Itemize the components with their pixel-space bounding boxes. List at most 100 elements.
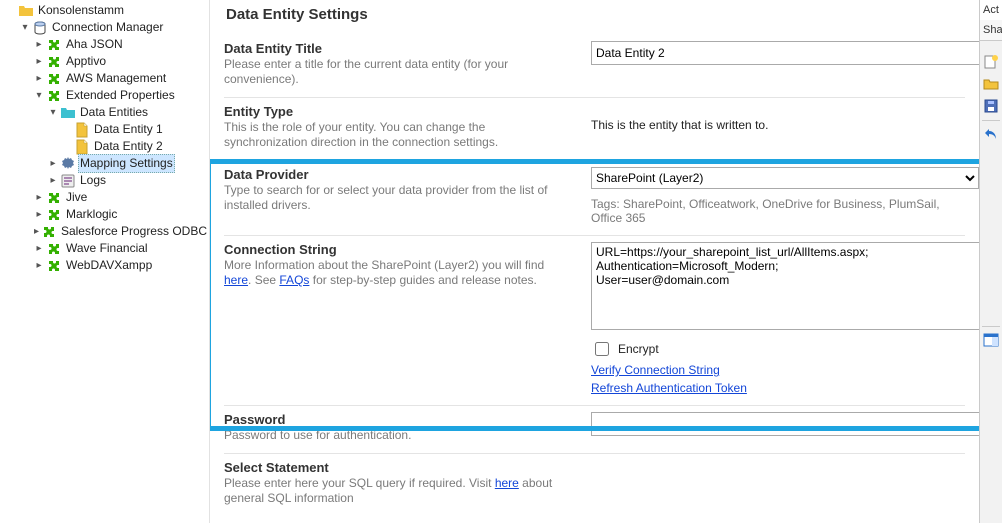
field-description: Please enter here your SQL query if requ…	[224, 476, 569, 506]
tree-label: Aha JSON	[64, 36, 125, 53]
tree-label: Data Entity 1	[92, 121, 165, 138]
tree-label: Salesforce Progress ODBC	[59, 223, 209, 240]
undo-icon[interactable]	[983, 126, 999, 142]
field-label: Select Statement	[224, 460, 569, 475]
row-connection-string: Connection String More Information about…	[224, 235, 965, 405]
main-panel: Data Entity Settings Data Entity Title P…	[210, 0, 979, 523]
provider-tags: Tags: SharePoint, Officeatwork, OneDrive…	[591, 197, 971, 225]
separator	[982, 326, 1000, 327]
tree-data-entities[interactable]: ▾ Data Entities	[4, 104, 209, 121]
field-label: Connection String	[224, 242, 569, 257]
right-toolbar: Act Sha	[979, 0, 1002, 523]
field-description: Type to search for or select your data p…	[224, 183, 569, 213]
verify-connection-link[interactable]: Verify Connection String	[591, 363, 979, 377]
field-label: Password	[224, 412, 569, 427]
puzzle-icon	[46, 54, 62, 70]
puzzle-icon	[41, 224, 57, 240]
tree-item[interactable]: ▸ Marklogic	[4, 206, 209, 223]
tree-label: Konsolenstamm	[36, 2, 126, 19]
encrypt-label: Encrypt	[618, 342, 659, 356]
tree-label: Connection Manager	[50, 19, 165, 36]
tree-item[interactable]: ▸ AWS Management	[4, 70, 209, 87]
entity-title-input[interactable]	[591, 41, 979, 65]
tree-connection-manager[interactable]: ▾ Connection Manager	[4, 19, 209, 36]
encrypt-checkbox[interactable]	[595, 342, 609, 356]
database-icon	[32, 20, 48, 36]
twisty-icon: ▸	[32, 36, 46, 53]
field-label: Data Entity Title	[224, 41, 569, 56]
row-select-statement: Select Statement Please enter here your …	[224, 453, 965, 516]
tree-item[interactable]: ▸ Wave Financial	[4, 240, 209, 257]
select-here-link[interactable]: here	[495, 476, 519, 490]
row-password: Password Password to use for authenticat…	[224, 405, 965, 453]
save-icon[interactable]	[983, 98, 999, 114]
twisty-open-icon: ▾	[46, 104, 60, 121]
tree-item[interactable]: ▸ WebDAVXampp	[4, 257, 209, 274]
layout-icon[interactable]	[983, 332, 999, 348]
connection-string-input[interactable]: URL=https://your_sharepoint_list_url/All…	[591, 242, 979, 330]
tree-mapping-settings[interactable]: ▸ Mapping Settings	[4, 155, 209, 172]
entity-type-value: This is the entity that is written to.	[591, 118, 768, 132]
row-entity-title: Data Entity Title Please enter a title f…	[224, 35, 965, 97]
puzzle-icon	[46, 258, 62, 274]
password-input[interactable]	[591, 412, 979, 436]
navigation-tree[interactable]: Konsolenstamm ▾ Connection Manager ▸ Aha…	[0, 0, 210, 523]
tree-label: Jive	[64, 189, 89, 206]
gear-icon	[60, 156, 76, 172]
tree-item[interactable]: ▸ Jive	[4, 189, 209, 206]
tree-label: WebDAVXampp	[64, 257, 154, 274]
tree-item[interactable]: ▸ Aha JSON	[4, 36, 209, 53]
twisty-icon: ▸	[32, 53, 46, 70]
rbar-tab-actions[interactable]: Act	[980, 0, 1002, 21]
field-description: More Information about the SharePoint (L…	[224, 258, 569, 288]
twisty-icon: ▸	[32, 223, 41, 240]
field-label: Data Provider	[224, 167, 569, 182]
tree-label: Marklogic	[64, 206, 119, 223]
field-description: Password to use for authentication.	[224, 428, 569, 443]
refresh-auth-link[interactable]: Refresh Authentication Token	[591, 381, 979, 395]
tree-label: Extended Properties	[64, 87, 177, 104]
document-icon	[74, 122, 90, 138]
twisty-icon: ▸	[32, 240, 46, 257]
new-icon[interactable]	[983, 54, 999, 70]
twisty-icon: ▸	[46, 155, 60, 172]
document-icon	[74, 139, 90, 155]
tree-label: Data Entities	[78, 104, 150, 121]
row-entity-type: Entity Type This is the role of your ent…	[224, 97, 965, 160]
tree-item-extended-properties[interactable]: ▾ Extended Properties	[4, 87, 209, 104]
twisty-icon: ▸	[32, 257, 46, 274]
tree-label: Logs	[78, 172, 108, 189]
tree-label: Mapping Settings	[78, 154, 175, 173]
puzzle-icon	[46, 207, 62, 223]
tree-label: AWS Management	[64, 70, 168, 87]
folder-icon	[60, 105, 76, 121]
data-provider-select[interactable]: SharePoint (Layer2)	[591, 167, 979, 189]
twisty-open-icon: ▾	[32, 87, 46, 104]
log-icon	[60, 173, 76, 189]
twisty-icon: ▸	[32, 189, 46, 206]
puzzle-icon	[46, 37, 62, 53]
page-title: Data Entity Settings	[226, 6, 965, 23]
puzzle-icon	[46, 88, 62, 104]
tree-item[interactable]: ▸ Salesforce Progress ODBC	[4, 223, 209, 240]
field-description: Please enter a title for the current dat…	[224, 57, 569, 87]
tree-root[interactable]: Konsolenstamm	[4, 2, 209, 19]
tree-data-entity-1[interactable]: Data Entity 1	[4, 121, 209, 138]
puzzle-icon	[46, 190, 62, 206]
tree-data-entity-2[interactable]: Data Entity 2	[4, 138, 209, 155]
puzzle-icon	[46, 71, 62, 87]
row-data-provider: Data Provider Type to search for or sele…	[224, 160, 965, 235]
tree-item[interactable]: ▸ Apptivo	[4, 53, 209, 70]
rbar-tab-share[interactable]: Sha	[980, 20, 1002, 41]
open-icon[interactable]	[983, 76, 999, 92]
field-description: This is the role of your entity. You can…	[224, 120, 569, 150]
connstring-faqs-link[interactable]: FAQs	[279, 273, 309, 287]
twisty-icon: ▸	[32, 206, 46, 223]
separator	[982, 120, 1000, 121]
tree-label: Wave Financial	[64, 240, 150, 257]
tree-logs[interactable]: ▸ Logs	[4, 172, 209, 189]
twisty-open-icon: ▾	[18, 19, 32, 36]
folder-icon	[18, 3, 34, 19]
connstring-here-link[interactable]: here	[224, 273, 248, 287]
puzzle-icon	[46, 241, 62, 257]
